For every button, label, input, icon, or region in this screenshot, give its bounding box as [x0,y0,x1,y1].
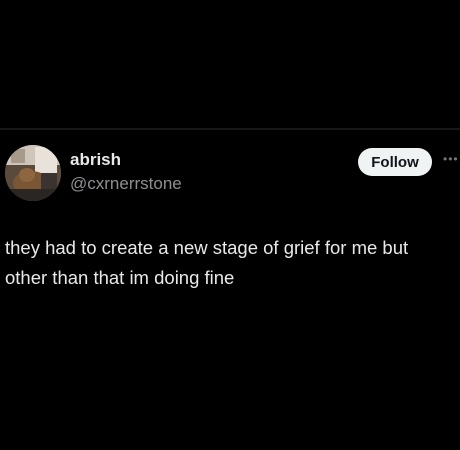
display-name[interactable]: abrish [70,150,121,170]
follow-button[interactable]: Follow [358,148,432,176]
post-text: they had to create a new stage of grief … [5,237,409,288]
more-options-icon[interactable]: ••• [443,154,460,164]
profile-photo-avatar-icon [5,145,61,201]
user-handle[interactable]: @cxrnerrstone [70,174,182,194]
avatar[interactable] [5,145,61,201]
top-divider [0,128,460,130]
